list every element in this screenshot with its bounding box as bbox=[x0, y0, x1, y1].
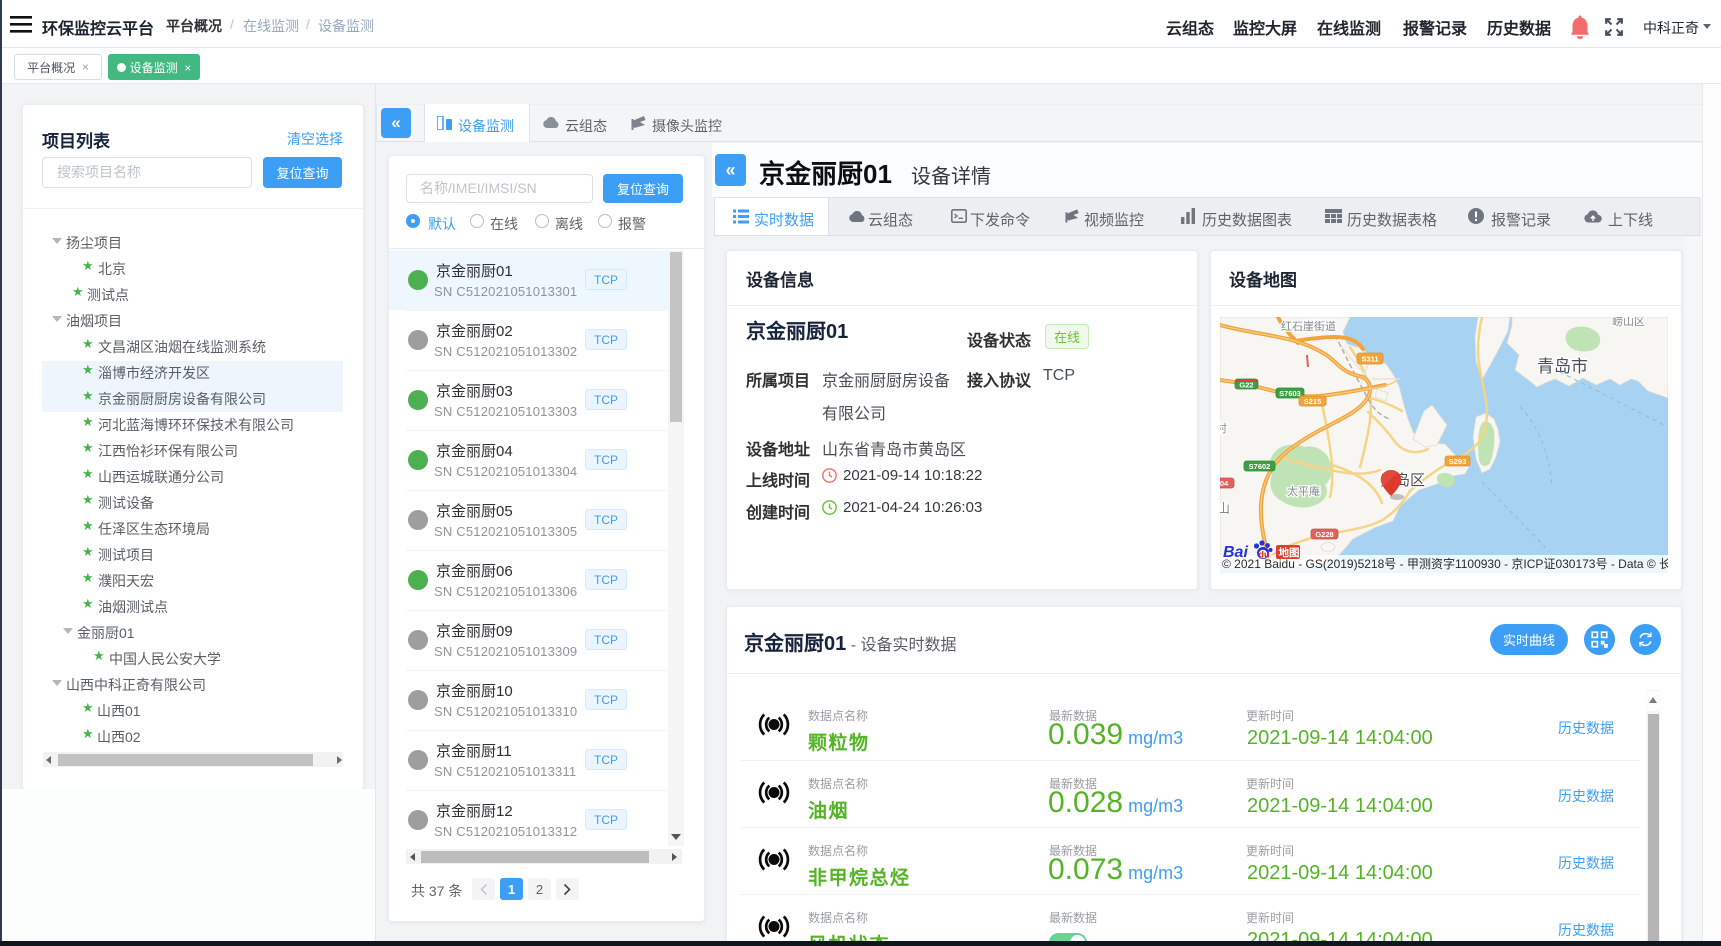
svg-text:山: 山 bbox=[1220, 501, 1230, 516]
svg-text:Bai: Bai bbox=[1223, 544, 1248, 561]
svg-text:S7603: S7603 bbox=[1279, 389, 1301, 398]
svg-text:G228: G228 bbox=[1315, 530, 1333, 539]
svg-text:S311: S311 bbox=[1361, 355, 1378, 364]
svg-text:04: 04 bbox=[1220, 479, 1229, 488]
svg-text:S215: S215 bbox=[1304, 397, 1322, 406]
svg-text:G22: G22 bbox=[1239, 381, 1253, 390]
svg-text:村: 村 bbox=[1220, 421, 1227, 435]
svg-text:红石崖街道: 红石崖街道 bbox=[1281, 319, 1336, 333]
svg-text:地图: 地图 bbox=[1279, 546, 1300, 559]
svg-text:S293: S293 bbox=[1449, 457, 1467, 466]
svg-text:崂山区: 崂山区 bbox=[1612, 317, 1645, 328]
svg-text:du: du bbox=[1259, 550, 1270, 560]
svg-text:S7602: S7602 bbox=[1249, 462, 1271, 471]
svg-text:太平庵: 太平庵 bbox=[1287, 484, 1320, 498]
